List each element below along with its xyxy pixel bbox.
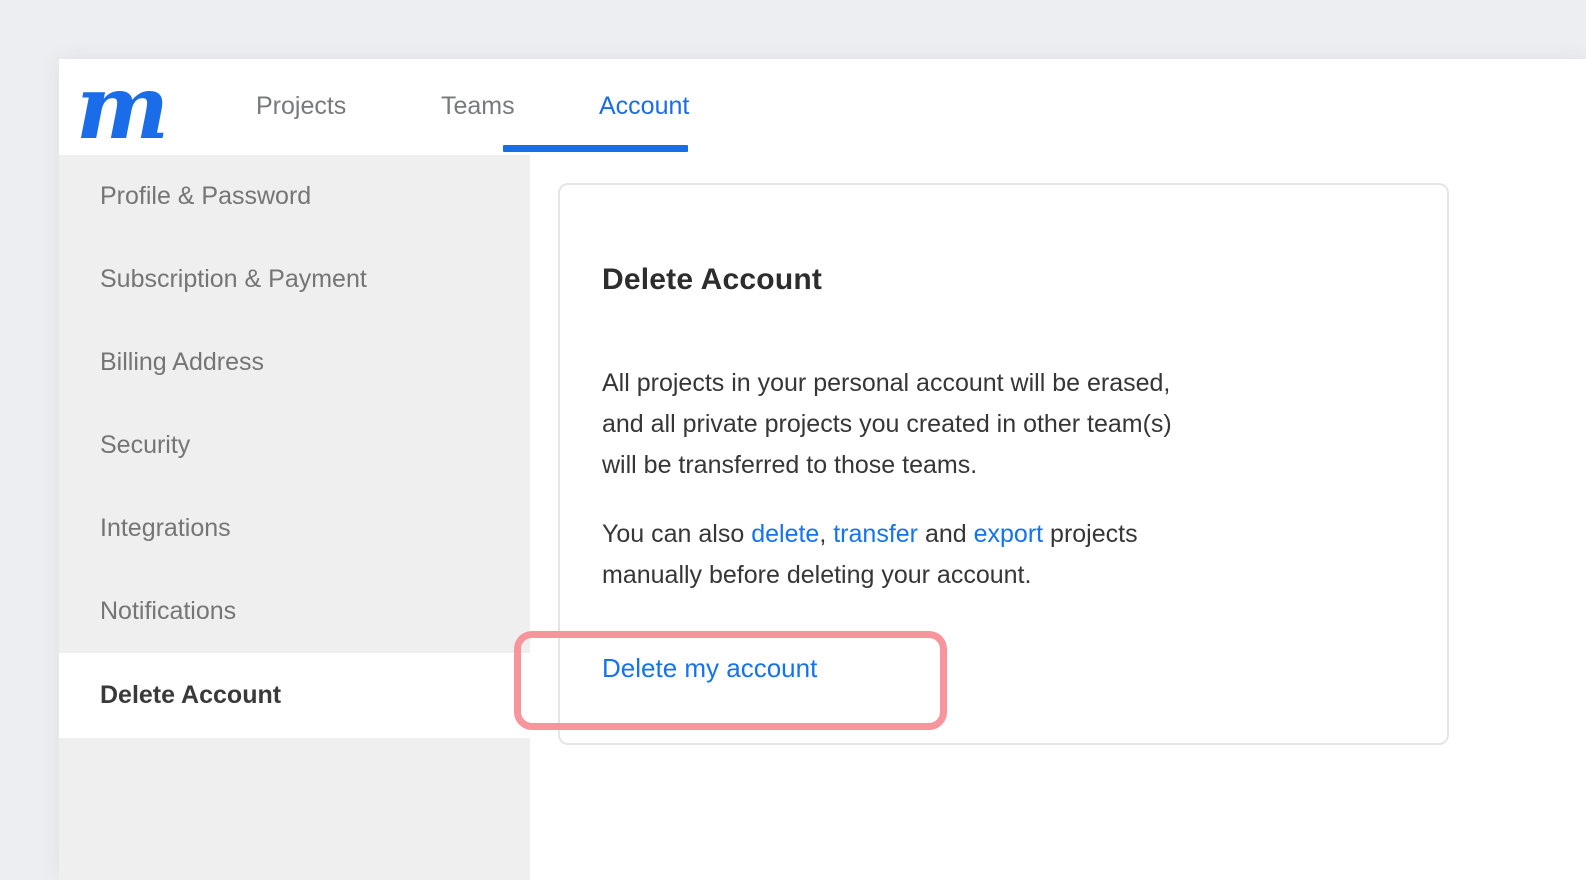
- top-nav-bar: m Projects Teams Account: [59, 59, 1586, 155]
- active-tab-indicator: [503, 145, 688, 152]
- tab-account[interactable]: Account: [599, 59, 689, 155]
- card-paragraph-2: You can also delete, transfer and export…: [602, 514, 1322, 596]
- transfer-projects-link[interactable]: transfer: [833, 520, 918, 548]
- sidebar-item-subscription-payment[interactable]: Subscription & Payment: [59, 238, 530, 321]
- card-title: Delete Account: [602, 263, 823, 296]
- sidebar-item-delete-account[interactable]: Delete Account: [59, 653, 530, 738]
- main-content: Delete Account All projects in your pers…: [530, 155, 1586, 880]
- sidebar-item-profile-password[interactable]: Profile & Password: [59, 155, 530, 238]
- settings-menu: Profile & Password Subscription & Paymen…: [59, 155, 530, 738]
- delete-projects-link[interactable]: delete: [751, 520, 819, 548]
- paragraph2-prefix: You can also: [602, 520, 752, 548]
- sidebar-item-notifications[interactable]: Notifications: [59, 570, 530, 653]
- app-window: m Projects Teams Account Profile & Passw…: [59, 59, 1586, 880]
- sidebar-item-billing-address[interactable]: Billing Address: [59, 321, 530, 404]
- card-paragraph-1: All projects in your personal account wi…: [602, 369, 1172, 479]
- milanote-logo-icon[interactable]: m: [76, 59, 169, 155]
- screenshot-root: m Projects Teams Account Profile & Passw…: [0, 0, 1586, 880]
- paragraph2-separator-2: and: [918, 520, 974, 548]
- delete-my-account-link[interactable]: Delete my account: [602, 652, 817, 684]
- tab-projects[interactable]: Projects: [256, 59, 346, 155]
- sidebar-item-security[interactable]: Security: [59, 404, 530, 487]
- settings-sidebar: Profile & Password Subscription & Paymen…: [59, 155, 530, 880]
- paragraph2-separator-1: ,: [819, 520, 834, 548]
- delete-account-card: Delete Account All projects in your pers…: [558, 183, 1449, 745]
- export-projects-link[interactable]: export: [974, 520, 1043, 548]
- tab-teams[interactable]: Teams: [441, 59, 515, 155]
- sidebar-item-integrations[interactable]: Integrations: [59, 487, 530, 570]
